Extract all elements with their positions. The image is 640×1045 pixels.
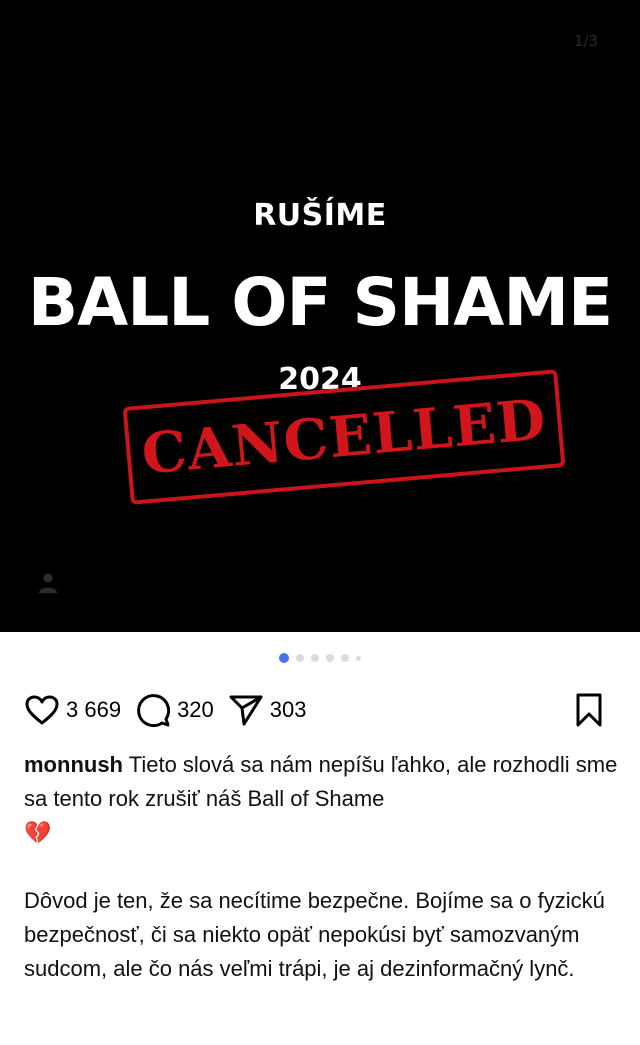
user-tag-icon[interactable] bbox=[38, 572, 58, 594]
comment-icon bbox=[137, 694, 171, 728]
comment-count: 320 bbox=[177, 697, 214, 722]
heart-icon bbox=[25, 695, 59, 725]
comment-button[interactable]: 320 bbox=[135, 692, 214, 728]
image-kicker-text: RUŠÍME bbox=[253, 198, 387, 233]
save-button[interactable] bbox=[574, 692, 604, 728]
broken-heart-emoji: 💔 bbox=[24, 820, 52, 845]
send-icon bbox=[229, 695, 263, 726]
post-image[interactable]: 1/3 RUŠÍME BALL OF SHAME 2024 CANCELLED bbox=[0, 0, 640, 632]
post-actions-bar: 3 669 320 303 bbox=[24, 688, 618, 732]
carousel-counter: 1/3 bbox=[573, 32, 598, 50]
carousel-dot bbox=[356, 655, 361, 661]
carousel-indicator bbox=[0, 653, 640, 663]
like-button[interactable]: 3 669 bbox=[24, 694, 121, 726]
caption-paragraph-2: Dôvod je ten, že sa necítime bezpečne. B… bbox=[24, 888, 605, 981]
carousel-dot bbox=[296, 654, 304, 662]
post-caption: monnush Tieto slová sa nám nepíšu ľahko,… bbox=[24, 748, 624, 986]
image-headline: BALL OF SHAME bbox=[27, 264, 613, 341]
bookmark-icon bbox=[576, 693, 602, 727]
share-button[interactable]: 303 bbox=[228, 693, 307, 727]
caption-paragraph: monnush Tieto slová sa nám nepíšu ľahko,… bbox=[24, 748, 624, 850]
stamp-text: CANCELLED bbox=[139, 386, 549, 488]
carousel-dot-active bbox=[279, 653, 289, 663]
like-count: 3 669 bbox=[66, 697, 122, 722]
carousel-dot bbox=[311, 654, 319, 662]
carousel-dot bbox=[326, 654, 334, 662]
caption-username[interactable]: monnush bbox=[24, 752, 123, 777]
carousel-dot bbox=[341, 654, 349, 662]
share-count: 303 bbox=[269, 697, 307, 722]
